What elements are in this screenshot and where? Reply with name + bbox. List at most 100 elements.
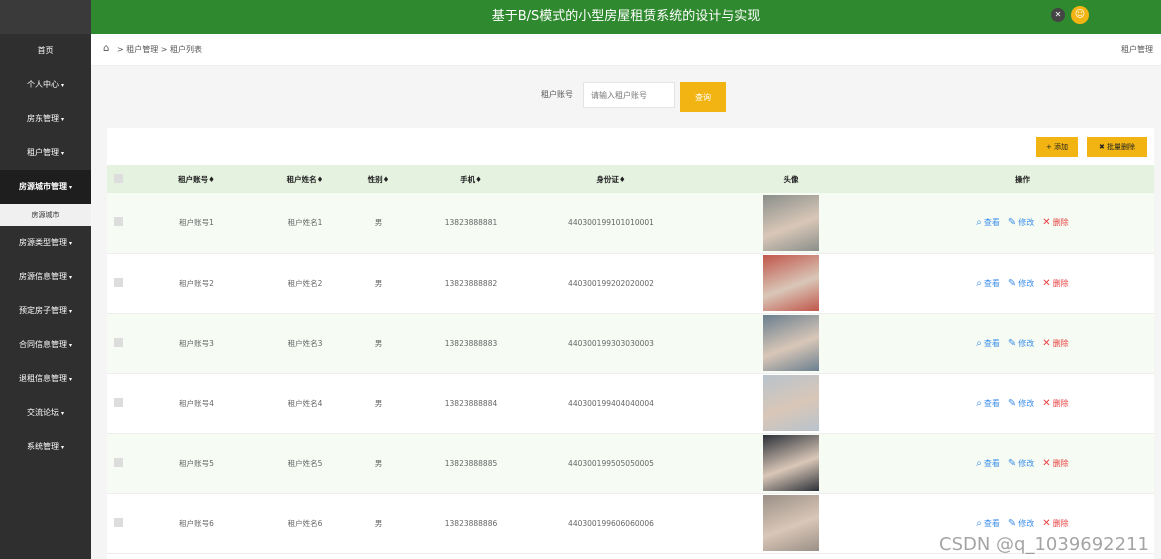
row-checkbox[interactable] bbox=[107, 373, 129, 433]
delete-button[interactable]: ✕ 删除 bbox=[1042, 338, 1068, 349]
pencil-icon: ✎ bbox=[1007, 457, 1017, 469]
sidebar-item[interactable]: 合同信息管理 ▾ bbox=[0, 328, 91, 362]
view-button[interactable]: ⌕ 查看 bbox=[976, 398, 1000, 409]
avatar[interactable] bbox=[763, 435, 819, 491]
chevron-down-icon: ▾ bbox=[60, 150, 64, 157]
sidebar-item[interactable]: 房源城市管理 ▾ bbox=[0, 170, 91, 204]
avatar[interactable] bbox=[763, 495, 819, 551]
sidebar-item[interactable]: 房东管理 ▾ bbox=[0, 102, 91, 136]
row-checkbox[interactable] bbox=[107, 193, 129, 253]
sidebar-item[interactable]: 个人中心 ▾ bbox=[0, 68, 91, 102]
table-row: 租户账号2 租户姓名2 男 13823888882 440300199202020002… bbox=[107, 253, 1154, 313]
row-checkbox[interactable] bbox=[107, 313, 129, 373]
sidebar-item[interactable]: 交流论坛 ▾ bbox=[0, 396, 91, 430]
edit-button[interactable]: ✎ 修改 bbox=[1008, 278, 1034, 289]
select-all-checkbox[interactable] bbox=[107, 165, 129, 193]
delete-label: 删除 bbox=[1052, 338, 1069, 348]
cell-phone: 13823888886 bbox=[444, 518, 498, 528]
delete-label: 删除 bbox=[1052, 458, 1069, 468]
view-label: 查看 bbox=[983, 338, 1000, 348]
delete-button[interactable]: ✕ 删除 bbox=[1042, 217, 1068, 228]
cell-avatar bbox=[691, 313, 891, 373]
edit-button[interactable]: ✎ 修改 bbox=[1008, 518, 1034, 529]
table-body: 租户账号1 租户姓名1 男 13823888881 440300199101010001… bbox=[107, 193, 1154, 553]
delete-button[interactable]: ✕ 删除 bbox=[1042, 458, 1068, 469]
avatar[interactable] bbox=[763, 315, 819, 371]
sidebar-item[interactable]: 系统管理 ▾ bbox=[0, 430, 91, 464]
sidebar-subitem-city[interactable]: 房源城市 bbox=[0, 204, 91, 226]
user-avatar-icon[interactable]: ☺ bbox=[1071, 6, 1089, 24]
sidebar-item[interactable]: 退租信息管理 ▾ bbox=[0, 362, 91, 396]
add-button[interactable]: + 添加 bbox=[1036, 137, 1078, 157]
search-input[interactable] bbox=[583, 82, 675, 108]
edit-button[interactable]: ✎ 修改 bbox=[1008, 217, 1034, 228]
sidebar-item[interactable]: 房源信息管理 ▾ bbox=[0, 260, 91, 294]
pencil-icon: ✎ bbox=[1007, 337, 1017, 349]
cell-actions: ⌕ 查看 ✎ 修改 ✕ 删除 bbox=[891, 373, 1154, 433]
col-actions: 操作 bbox=[1015, 174, 1030, 184]
view-button[interactable]: ⌕ 查看 bbox=[976, 217, 1000, 228]
close-icon: ✕ bbox=[1042, 217, 1051, 229]
close-icon: ✕ bbox=[1042, 337, 1051, 349]
sidebar-item-label: 合同信息管理 bbox=[18, 340, 67, 349]
table-row: 租户账号4 租户姓名4 男 13823888884 440300199404040004… bbox=[107, 373, 1154, 433]
watermark: CSDN @q_1039692211 bbox=[939, 534, 1149, 555]
sidebar-item[interactable]: 房源类型管理 ▾ bbox=[0, 226, 91, 260]
col-gender[interactable]: 性别♦ bbox=[346, 165, 411, 193]
cell-account: 租户账号3 bbox=[179, 338, 214, 348]
batch-delete-button[interactable]: ✖ 批量删除 bbox=[1087, 137, 1147, 157]
delete-button[interactable]: ✕ 删除 bbox=[1042, 398, 1068, 409]
search-icon: ⌕ bbox=[976, 517, 982, 529]
cell-phone: 13823888881 bbox=[444, 218, 498, 228]
edit-button[interactable]: ✎ 修改 bbox=[1008, 398, 1034, 409]
edit-button[interactable]: ✎ 修改 bbox=[1008, 458, 1034, 469]
close-icon: ✕ bbox=[1042, 457, 1051, 469]
cell-idcard: 440300199303030003 bbox=[568, 338, 654, 348]
cell-phone: 13823888884 bbox=[444, 398, 498, 408]
cell-avatar bbox=[691, 373, 891, 433]
edit-label: 修改 bbox=[1018, 338, 1035, 348]
cell-gender: 男 bbox=[374, 218, 383, 228]
search-button[interactable]: 查询 bbox=[680, 82, 726, 112]
col-name[interactable]: 租户姓名♦ bbox=[264, 165, 346, 193]
row-checkbox[interactable] bbox=[107, 253, 129, 313]
cell-name: 租户姓名3 bbox=[287, 338, 323, 348]
edit-label: 修改 bbox=[1018, 398, 1035, 408]
sidebar-item-label: 房源类型管理 bbox=[18, 238, 67, 247]
view-button[interactable]: ⌕ 查看 bbox=[976, 518, 1000, 529]
pencil-icon: ✎ bbox=[1007, 217, 1017, 229]
sidebar-item[interactable]: 租户管理 ▾ bbox=[0, 136, 91, 170]
col-account[interactable]: 租户账号♦ bbox=[129, 165, 264, 193]
row-checkbox[interactable] bbox=[107, 493, 129, 553]
view-button[interactable]: ⌕ 查看 bbox=[976, 338, 1000, 349]
breadcrumb-current: 租户管理 bbox=[1121, 45, 1153, 54]
view-button[interactable]: ⌕ 查看 bbox=[976, 458, 1000, 469]
fullscreen-icon[interactable]: ✕ bbox=[1051, 8, 1065, 22]
home-icon[interactable]: ⌂ bbox=[103, 43, 109, 54]
sidebar-item-label: 租户管理 bbox=[26, 148, 59, 157]
avatar[interactable] bbox=[763, 194, 819, 251]
sidebar-item[interactable]: 首页 bbox=[0, 34, 91, 68]
avatar[interactable] bbox=[763, 255, 819, 311]
chevron-down-icon: ▾ bbox=[60, 116, 64, 123]
search-icon: ⌕ bbox=[976, 217, 982, 229]
sidebar-item-label: 交流论坛 bbox=[26, 408, 59, 417]
avatar[interactable] bbox=[763, 375, 819, 431]
col-phone[interactable]: 手机♦ bbox=[411, 165, 531, 193]
search-icon: ⌕ bbox=[976, 397, 982, 409]
row-checkbox[interactable] bbox=[107, 433, 129, 493]
delete-button[interactable]: ✕ 删除 bbox=[1042, 278, 1068, 289]
col-avatar: 头像 bbox=[783, 174, 799, 184]
sidebar-menu: 首页 个人中心 ▾ 房东管理 ▾ 租户管理 ▾ 房源城市管理 ▾ 房源城市 房源类型管理 ▾ 房源信息管… bbox=[0, 34, 91, 464]
table-row: 租户账号5 租户姓名5 男 13823888885 440300199505050005… bbox=[107, 433, 1154, 493]
chevron-down-icon: ▾ bbox=[60, 444, 64, 451]
view-label: 查看 bbox=[983, 278, 1000, 288]
sidebar-item[interactable]: 预定房子管理 ▾ bbox=[0, 294, 91, 328]
cell-name: 租户姓名5 bbox=[287, 458, 323, 468]
view-button[interactable]: ⌕ 查看 bbox=[976, 278, 1000, 289]
edit-button[interactable]: ✎ 修改 bbox=[1008, 338, 1034, 349]
close-icon: ✕ bbox=[1042, 277, 1051, 289]
col-idcard[interactable]: 身份证♦ bbox=[531, 165, 691, 193]
cell-gender: 男 bbox=[374, 338, 383, 348]
delete-button[interactable]: ✕ 删除 bbox=[1042, 518, 1068, 529]
